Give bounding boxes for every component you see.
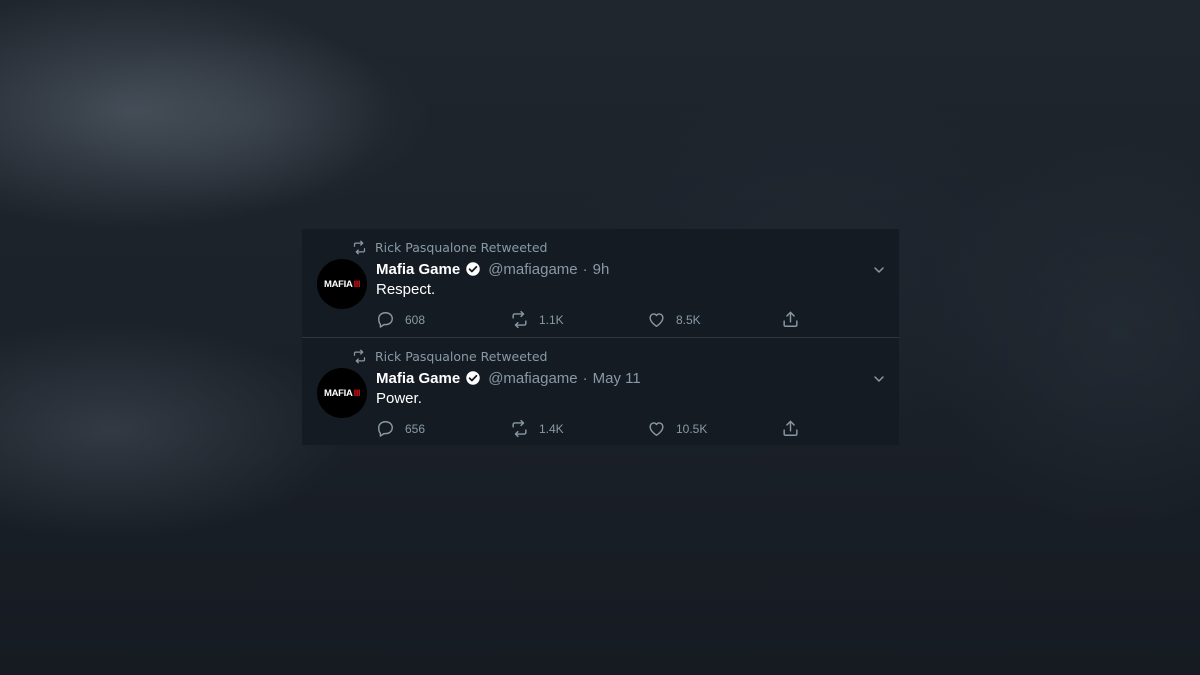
like-count: 8.5K bbox=[676, 312, 701, 327]
tweet-header: Mafia Game @mafiagame · May 11 bbox=[376, 368, 641, 388]
tweet-timestamp[interactable]: May 11 bbox=[593, 370, 641, 387]
share-icon bbox=[783, 420, 798, 436]
retweeted-by-label: Rick Pasqualone Retweeted bbox=[375, 348, 548, 364]
share-button[interactable] bbox=[781, 310, 800, 329]
tweet-text: Respect. bbox=[376, 281, 436, 298]
retweeted-by-label: Rick Pasqualone Retweeted bbox=[375, 239, 548, 255]
retweet-context[interactable]: Rick Pasqualone Retweeted bbox=[352, 348, 547, 364]
tweet-actions: 608 1.1K 8.5K bbox=[376, 310, 806, 330]
tweet-timeline: Rick Pasqualone Retweeted MAFIA III Mafia… bbox=[302, 229, 899, 445]
mafia-logo: MAFIA III bbox=[324, 387, 361, 399]
reply-icon bbox=[378, 421, 393, 437]
verified-badge-icon bbox=[466, 262, 480, 276]
avatar[interactable]: MAFIA III bbox=[317, 368, 367, 418]
reply-button[interactable]: 608 bbox=[376, 310, 425, 329]
like-icon bbox=[649, 422, 664, 436]
tweet[interactable]: Rick Pasqualone Retweeted MAFIA III Mafia… bbox=[302, 337, 899, 444]
tweet-text: Power. bbox=[376, 390, 422, 407]
share-icon bbox=[783, 311, 798, 327]
chevron-down-icon[interactable] bbox=[871, 262, 887, 278]
retweet-button[interactable]: 1.4K bbox=[510, 419, 564, 438]
retweet-count: 1.4K bbox=[539, 421, 564, 436]
author-name[interactable]: Mafia Game bbox=[376, 370, 460, 387]
avatar[interactable]: MAFIA III bbox=[317, 259, 367, 309]
retweet-button[interactable]: 1.1K bbox=[510, 310, 564, 329]
tweet-header: Mafia Game @mafiagame · 9h bbox=[376, 259, 609, 279]
author-handle[interactable]: @mafiagame bbox=[488, 261, 577, 278]
verified-badge-icon bbox=[466, 371, 480, 385]
retweet-icon bbox=[512, 310, 527, 329]
retweet-icon bbox=[353, 349, 366, 363]
separator-dot: · bbox=[582, 369, 588, 387]
tweet-actions: 656 1.4K 10.5K bbox=[376, 419, 806, 439]
like-button[interactable]: 8.5K bbox=[647, 310, 701, 329]
mafia-logo: MAFIA III bbox=[324, 278, 361, 290]
like-count: 10.5K bbox=[676, 421, 708, 436]
share-button[interactable] bbox=[781, 419, 800, 438]
like-icon bbox=[649, 313, 664, 327]
logo-word: MAFIA bbox=[324, 387, 353, 399]
author-name[interactable]: Mafia Game bbox=[376, 261, 460, 278]
author-handle[interactable]: @mafiagame bbox=[488, 370, 577, 387]
retweet-icon bbox=[512, 419, 527, 438]
separator-dot: · bbox=[582, 260, 588, 278]
logo-word: MAFIA bbox=[324, 278, 353, 290]
reply-button[interactable]: 656 bbox=[376, 419, 425, 438]
reply-count: 608 bbox=[405, 312, 426, 327]
tweet[interactable]: Rick Pasqualone Retweeted MAFIA III Mafia… bbox=[302, 229, 899, 337]
reply-icon bbox=[378, 312, 393, 328]
retweet-icon bbox=[353, 240, 366, 254]
tweet-timestamp[interactable]: 9h bbox=[593, 261, 610, 278]
like-button[interactable]: 10.5K bbox=[647, 419, 707, 438]
reply-count: 656 bbox=[405, 421, 426, 436]
chevron-down-icon[interactable] bbox=[871, 371, 887, 387]
retweet-count: 1.1K bbox=[539, 312, 564, 327]
retweet-context[interactable]: Rick Pasqualone Retweeted bbox=[352, 239, 547, 255]
logo-numeral: III bbox=[353, 278, 361, 290]
logo-numeral: III bbox=[353, 387, 361, 399]
